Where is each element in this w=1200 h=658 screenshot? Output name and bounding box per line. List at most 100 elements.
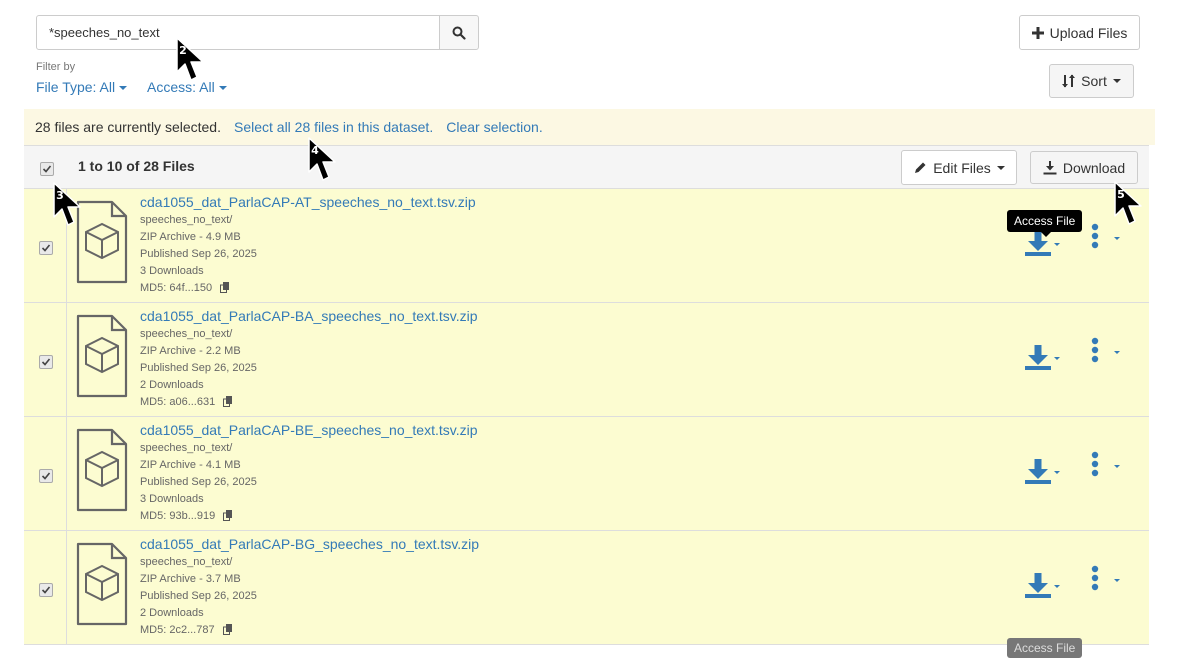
- pencil-icon: [915, 162, 926, 173]
- access-file-tooltip-faded: Access File: [1007, 638, 1083, 658]
- file-download-count: 3 Downloads: [140, 265, 204, 277]
- upload-files-label: Upload Files: [1049, 24, 1128, 41]
- download-icon: [1025, 459, 1051, 484]
- upload-files-button[interactable]: Upload Files: [1019, 15, 1140, 50]
- file-type-filter[interactable]: File Type: All: [36, 79, 128, 95]
- more-vertical-icon: [1091, 337, 1099, 363]
- file-published-date: Published Sep 26, 2025: [140, 248, 257, 260]
- file-row: cda1055_dat_ParlaCAP-BG_speeches_no_text…: [24, 531, 1149, 645]
- chevron-down-icon: [119, 86, 128, 91]
- chevron-down-icon: [1114, 578, 1120, 582]
- copy-icon[interactable]: [222, 623, 234, 635]
- file-type-size: ZIP Archive - 2.2 MB: [140, 345, 241, 357]
- chevron-down-icon: [1114, 350, 1120, 354]
- cursor-step-number: 3: [56, 189, 64, 202]
- md5-value: MD5: 93b...919: [140, 510, 216, 522]
- download-icon: [1025, 573, 1051, 598]
- cursor-icon: 4: [307, 136, 339, 187]
- file-options-button[interactable]: [1091, 565, 1120, 591]
- file-checkbox[interactable]: [39, 469, 53, 483]
- chevron-down-icon: [218, 86, 227, 91]
- edit-files-button[interactable]: Edit Files: [901, 150, 1017, 185]
- file-published-date: Published Sep 26, 2025: [140, 362, 257, 374]
- search-icon: [452, 26, 466, 40]
- zip-file-icon: [76, 542, 128, 626]
- file-published-date: Published Sep 26, 2025: [140, 590, 257, 602]
- file-download-count: 3 Downloads: [140, 493, 204, 505]
- access-file-button[interactable]: [1024, 345, 1060, 371]
- chevron-down-icon: [1114, 236, 1120, 240]
- download-label: Download: [1062, 159, 1126, 176]
- chevron-down-icon: [1054, 242, 1060, 246]
- file-checkbox[interactable]: [39, 355, 53, 369]
- cursor-step-number: 4: [311, 144, 319, 157]
- more-vertical-icon: [1091, 223, 1099, 249]
- file-checkbox[interactable]: [39, 583, 53, 597]
- column-divider: [66, 531, 67, 644]
- file-published-date: Published Sep 26, 2025: [140, 476, 257, 488]
- chevron-down-icon: [1054, 470, 1060, 474]
- file-name-link[interactable]: cda1055_dat_ParlaCAP-BA_speeches_no_text…: [140, 308, 478, 324]
- more-vertical-icon: [1091, 451, 1099, 477]
- file-checkbox[interactable]: [39, 241, 53, 255]
- filter-label: Filter by: [36, 61, 76, 73]
- access-file-button[interactable]: [1024, 573, 1060, 599]
- file-row: cda1055_dat_ParlaCAP-BA_speeches_no_text…: [24, 303, 1149, 417]
- download-icon: [1025, 345, 1051, 370]
- file-name-link[interactable]: cda1055_dat_ParlaCAP-BE_speeches_no_text…: [140, 422, 478, 438]
- file-options-button[interactable]: [1091, 337, 1120, 363]
- search-input[interactable]: [36, 15, 440, 50]
- check-icon: [42, 165, 52, 173]
- selection-message: 28 files are currently selected.: [35, 119, 221, 135]
- cursor-icon: 3: [52, 181, 84, 232]
- file-type-size: ZIP Archive - 3.7 MB: [140, 573, 241, 585]
- file-md5: MD5: 2c2...787: [140, 622, 479, 639]
- file-download-count: 2 Downloads: [140, 607, 204, 619]
- more-vertical-icon: [1091, 565, 1099, 591]
- file-name-link[interactable]: cda1055_dat_ParlaCAP-AT_speeches_no_text…: [140, 194, 476, 210]
- clear-selection-link[interactable]: Clear selection.: [446, 119, 543, 135]
- file-path: speeches_no_text/: [140, 328, 233, 340]
- cursor-step-number: 5: [1117, 188, 1125, 201]
- zip-file-icon: [76, 428, 128, 512]
- file-name-link[interactable]: cda1055_dat_ParlaCAP-BG_speeches_no_text…: [140, 536, 479, 552]
- md5-value: MD5: 2c2...787: [140, 624, 215, 636]
- column-divider: [66, 303, 67, 416]
- access-file-tooltip: Access File: [1007, 210, 1083, 237]
- check-icon: [41, 586, 51, 594]
- column-divider: [66, 417, 67, 530]
- chevron-down-icon: [996, 165, 1005, 170]
- file-path: speeches_no_text/: [140, 442, 233, 454]
- chevron-down-icon: [1114, 464, 1120, 468]
- search-button[interactable]: [439, 15, 479, 50]
- copy-icon[interactable]: [219, 281, 231, 293]
- file-options-button[interactable]: [1091, 451, 1120, 477]
- select-all-link[interactable]: Select all 28 files in this dataset.: [234, 119, 433, 135]
- file-md5: MD5: 64f...150: [140, 280, 476, 297]
- sort-button[interactable]: Sort: [1049, 64, 1134, 98]
- file-path: speeches_no_text/: [140, 556, 233, 568]
- check-icon: [41, 472, 51, 480]
- file-type-filter-label: File Type: All: [36, 79, 116, 95]
- file-row: cda1055_dat_ParlaCAP-BE_speeches_no_text…: [24, 417, 1149, 531]
- file-md5: MD5: 93b...919: [140, 508, 478, 525]
- select-all-checkbox[interactable]: [40, 162, 54, 176]
- md5-value: MD5: a06...631: [140, 396, 216, 408]
- chevron-down-icon: [1054, 584, 1060, 588]
- file-md5: MD5: a06...631: [140, 394, 478, 411]
- chevron-down-icon: [1054, 356, 1060, 360]
- copy-icon[interactable]: [222, 509, 234, 521]
- sort-label: Sort: [1081, 73, 1107, 89]
- check-icon: [41, 358, 51, 366]
- check-icon: [41, 244, 51, 252]
- cursor-step-number: 2: [179, 44, 187, 57]
- cursor-icon: 5: [1113, 180, 1145, 231]
- chevron-down-icon: [1112, 79, 1121, 83]
- file-type-size: ZIP Archive - 4.1 MB: [140, 459, 241, 471]
- access-file-button[interactable]: [1024, 459, 1060, 485]
- download-icon: [1043, 160, 1057, 174]
- edit-files-label: Edit Files: [933, 159, 991, 176]
- file-row: cda1055_dat_ParlaCAP-AT_speeches_no_text…: [24, 189, 1149, 303]
- copy-icon[interactable]: [222, 395, 234, 407]
- file-download-count: 2 Downloads: [140, 379, 204, 391]
